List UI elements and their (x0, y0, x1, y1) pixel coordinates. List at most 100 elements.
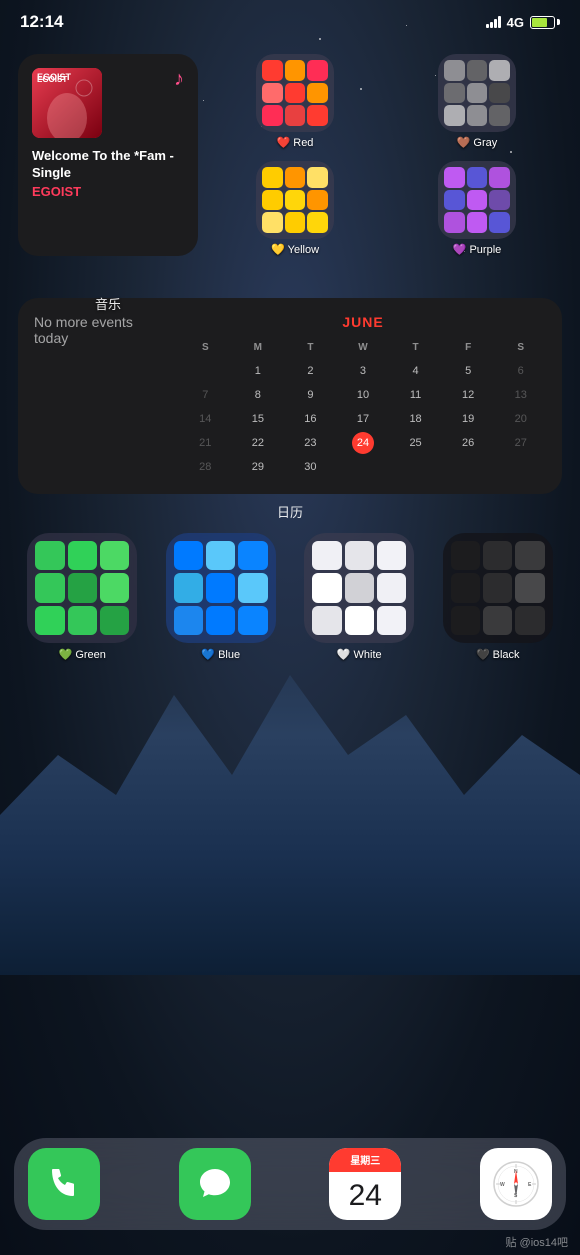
folder-icon-blue[interactable] (166, 533, 276, 643)
calendar-grid: S M T W T F S 1 2 3 4 5 6 7 8 9 10 11 (180, 336, 546, 478)
folder-label-green: 💚Green (59, 648, 106, 661)
music-widget[interactable]: EGOIST EGOIST (18, 54, 198, 256)
dock-safari-button[interactable]: N S E W (480, 1148, 552, 1220)
signal-icon (486, 16, 501, 28)
cal-day-9: 9 (299, 384, 321, 406)
album-art: EGOIST EGOIST (32, 68, 102, 138)
folder-item-gray[interactable]: 🤎Gray (392, 54, 562, 149)
bottom-folders: 💚Green 💙Blue (18, 533, 562, 661)
cal-day-6: 6 (510, 360, 532, 382)
cal-day-empty-2 (352, 456, 374, 478)
cal-day-17: 17 (352, 408, 374, 430)
music-title: Welcome To the *Fam - Single (32, 148, 184, 182)
folder-label-purple: 💜Purple (453, 243, 502, 256)
folder-label-gray: 🤎Gray (457, 136, 498, 149)
watermark: 贴 @ios14吧 (505, 1234, 568, 1250)
cal-day-26: 26 (457, 432, 479, 454)
folder-icon-red[interactable] (256, 54, 334, 132)
cal-day-4: 4 (405, 360, 427, 382)
cal-header-s2: S (510, 336, 532, 358)
calendar-no-events: No more events today (34, 314, 164, 478)
battery-icon (530, 16, 560, 29)
cal-header-s1: S (194, 336, 216, 358)
cal-day-21: 21 (194, 432, 216, 454)
cal-header-w: W (352, 336, 374, 358)
calendar-label: 日历 (18, 502, 562, 521)
cal-day-empty-5 (510, 456, 532, 478)
home-screen-content: EGOIST EGOIST (0, 44, 580, 1255)
cal-day-14: 14 (194, 408, 216, 430)
cal-day-11: 11 (405, 384, 427, 406)
music-info: Welcome To the *Fam - Single EGOIST (32, 148, 184, 199)
dock-messages-button[interactable] (179, 1148, 251, 1220)
dock-cal-weekday: 星期三 (350, 1156, 380, 1167)
folder-item-blue[interactable]: 💙Blue (157, 533, 286, 661)
folder-icon-white[interactable] (304, 533, 414, 643)
calendar-widget[interactable]: No more events today JUNE S M T W T F S … (18, 298, 562, 494)
cal-day-20: 20 (510, 408, 532, 430)
cal-day-28: 28 (194, 456, 216, 478)
dock-phone-button[interactable] (28, 1148, 100, 1220)
folder-label-blue: 💙Blue (201, 648, 240, 661)
cal-day-19: 19 (457, 408, 479, 430)
folder-icon-gray[interactable] (438, 54, 516, 132)
cal-day-7: 7 (194, 384, 216, 406)
cal-day-empty-4 (457, 456, 479, 478)
cal-day-13: 13 (510, 384, 532, 406)
cal-day-15: 15 (247, 408, 269, 430)
cal-day-29: 29 (247, 456, 269, 478)
cal-day-10: 10 (352, 384, 374, 406)
folder-item-yellow[interactable]: 💛Yellow (210, 161, 380, 256)
cal-day-12: 12 (457, 384, 479, 406)
music-artist: EGOIST (32, 184, 184, 199)
signal-bar-1 (486, 24, 489, 28)
cal-day-2: 2 (299, 360, 321, 382)
folder-item-black[interactable]: 🖤Black (434, 533, 563, 661)
music-widget-header: EGOIST EGOIST (32, 68, 184, 138)
folder-label-yellow: 💛Yellow (271, 243, 319, 256)
cal-day-27: 27 (510, 432, 532, 454)
folder-item-green[interactable]: 💚Green (18, 533, 147, 661)
cal-day-1: 1 (247, 360, 269, 382)
folder-item-purple[interactable]: 💜Purple (392, 161, 562, 256)
signal-bar-3 (494, 19, 497, 28)
calendar-grid-container: JUNE S M T W T F S 1 2 3 4 5 6 7 8 (180, 314, 546, 478)
dock-cal-day: 24 (349, 1179, 382, 1213)
folder-icon-purple[interactable] (438, 161, 516, 239)
signal-bar-4 (498, 16, 501, 28)
dock-calendar-button[interactable]: 星期三 24 (329, 1148, 401, 1220)
folder-icon-green[interactable] (27, 533, 137, 643)
music-label: 音乐 (18, 294, 198, 313)
signal-bar-2 (490, 22, 493, 28)
folder-icon-yellow[interactable] (256, 161, 334, 239)
folder-label-black: 🖤Black (476, 648, 520, 661)
cal-day-16: 16 (299, 408, 321, 430)
cal-day-5: 5 (457, 360, 479, 382)
dock: 星期三 24 N S E W (14, 1138, 566, 1230)
status-icons: 4G (486, 15, 560, 30)
cal-day-24-today: 24 (352, 432, 374, 454)
cal-day-3: 3 (352, 360, 374, 382)
cal-header-f: F (457, 336, 479, 358)
top-right-folders: ❤️Red 🤎G (210, 54, 562, 256)
folder-icon-black[interactable] (443, 533, 553, 643)
folder-item-red[interactable]: ❤️Red (210, 54, 380, 149)
music-note-icon: ♪ (174, 68, 184, 91)
cal-header-t2: T (405, 336, 427, 358)
cal-day-30: 30 (299, 456, 321, 478)
cal-day-empty-3 (405, 456, 427, 478)
folder-label-white: 🤍White (337, 648, 382, 661)
calendar-month: JUNE (180, 314, 546, 330)
cal-day-23: 23 (299, 432, 321, 454)
folder-row-1: ❤️Red 🤎G (210, 54, 562, 149)
cal-day-18: 18 (405, 408, 427, 430)
cal-header-m: M (247, 336, 269, 358)
svg-text:W: W (500, 1182, 505, 1188)
cal-day-empty-1 (194, 360, 216, 382)
folder-row-2: 💛Yellow (210, 161, 562, 256)
carrier-label: 4G (507, 15, 524, 30)
cal-day-22: 22 (247, 432, 269, 454)
top-row: EGOIST EGOIST (18, 54, 562, 256)
folder-item-white[interactable]: 🤍White (295, 533, 424, 661)
cal-day-8: 8 (247, 384, 269, 406)
